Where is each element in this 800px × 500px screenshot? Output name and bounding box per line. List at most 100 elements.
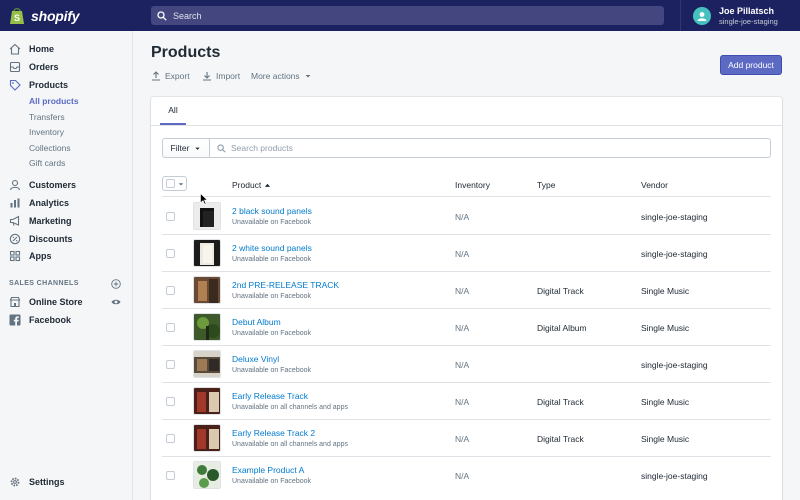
sidebar-item-label: Discounts [29, 233, 73, 244]
product-thumbnail[interactable] [193, 350, 221, 378]
product-name-link[interactable]: Early Release Track 2 [232, 428, 315, 438]
table-row[interactable]: Deluxe Vinyl Unavailable on Facebook N/A… [162, 346, 771, 383]
column-product-header[interactable]: Product [232, 180, 271, 190]
sidebar-subitem-gift-cards[interactable]: Gift cards [29, 158, 65, 168]
sidebar-item-label: Online Store [29, 296, 83, 307]
table-header: Product Inventory Type Vendor [162, 173, 771, 197]
product-image [194, 351, 220, 377]
product-inventory: N/A [455, 397, 470, 407]
product-name-link[interactable]: Early Release Track [232, 391, 308, 401]
shopify-bag-icon: S [10, 7, 24, 24]
product-inventory: N/A [455, 434, 470, 444]
shopify-logo[interactable]: S shopify [0, 0, 133, 31]
row-checkbox[interactable] [166, 471, 175, 480]
column-type-header: Type [537, 180, 556, 190]
product-availability: Unavailable on all channels and apps [232, 441, 348, 448]
store-name: single-joe-staging [719, 16, 778, 26]
row-checkbox[interactable] [166, 286, 175, 295]
sidebar-item-settings[interactable]: Settings [0, 473, 133, 490]
product-name-link[interactable]: Deluxe Vinyl [232, 354, 279, 364]
sidebar: Home Orders Products All products Transf… [0, 31, 133, 500]
global-search-bar[interactable]: Search [151, 6, 664, 25]
product-availability: Unavailable on Facebook [232, 330, 311, 337]
add-channel-plus-icon[interactable] [111, 279, 121, 289]
row-checkbox[interactable] [166, 249, 175, 258]
table-row[interactable]: Early Release Track Unavailable on all c… [162, 383, 771, 420]
sidebar-item-marketing[interactable]: Marketing [0, 212, 133, 229]
product-name-link[interactable]: 2 black sound panels [232, 206, 312, 216]
checkbox[interactable] [166, 179, 175, 188]
product-name-link[interactable]: Example Product A [232, 465, 304, 475]
product-thumbnail[interactable] [193, 313, 221, 341]
discount-icon [9, 233, 21, 244]
product-inventory: N/A [455, 360, 470, 370]
eye-icon[interactable] [111, 297, 121, 307]
product-name-link[interactable]: Debut Album [232, 317, 281, 327]
table-row[interactable]: Early Release Track 2 Unavailable on all… [162, 420, 771, 457]
product-vendor: Single Music [641, 323, 690, 333]
home-icon [9, 43, 21, 55]
sidebar-item-orders[interactable]: Orders [0, 58, 133, 75]
search-icon [217, 143, 226, 153]
sidebar-subitem-all-products[interactable]: All products [29, 96, 79, 106]
product-vendor: Single Music [641, 286, 690, 296]
import-button[interactable]: Import [202, 71, 240, 81]
caret-down-icon [305, 75, 311, 78]
sidebar-channel-facebook[interactable]: Facebook [0, 311, 133, 328]
sidebar-subitem-collections[interactable]: Collections [29, 143, 71, 153]
table-row[interactable]: 2 white sound panels Unavailable on Face… [162, 235, 771, 272]
sidebar-item-products[interactable]: Products [0, 76, 133, 93]
sidebar-item-label: Facebook [29, 314, 72, 325]
product-thumbnail[interactable] [193, 276, 221, 304]
sidebar-item-discounts[interactable]: Discounts [0, 230, 133, 247]
sidebar-subitem-inventory[interactable]: Inventory [29, 127, 64, 137]
import-label: Import [216, 71, 241, 81]
sidebar-item-home[interactable]: Home [0, 40, 133, 57]
column-vendor-header: Vendor [641, 180, 668, 190]
tab-divider [151, 125, 782, 126]
top-bar: S shopify Search Joe Pillatsch single-jo… [0, 0, 800, 31]
product-search-field[interactable] [210, 138, 771, 158]
sidebar-item-label: Settings [29, 476, 65, 487]
product-image [194, 425, 220, 451]
product-thumbnail[interactable] [193, 239, 221, 267]
row-checkbox[interactable] [166, 212, 175, 221]
export-button[interactable]: Export [151, 71, 190, 81]
row-checkbox[interactable] [166, 360, 175, 369]
row-checkbox[interactable] [166, 323, 175, 332]
more-actions-button[interactable]: More actions [251, 71, 312, 81]
product-name-link[interactable]: 2nd PRE-RELEASE TRACK [232, 280, 339, 290]
table-row[interactable]: Debut Album Unavailable on Facebook N/A … [162, 309, 771, 346]
product-thumbnail[interactable] [193, 202, 221, 230]
row-checkbox[interactable] [166, 434, 175, 443]
row-checkbox[interactable] [166, 397, 175, 406]
search-input[interactable] [231, 143, 731, 153]
product-name-link[interactable]: 2 white sound panels [232, 243, 312, 253]
column-inventory-header: Inventory [455, 180, 490, 190]
filter-button[interactable]: Filter [162, 138, 210, 158]
add-product-button[interactable]: Add product [720, 55, 782, 75]
table-row[interactable]: 2nd PRE-RELEASE TRACK Unavailable on Fac… [162, 272, 771, 309]
sidebar-item-analytics[interactable]: Analytics [0, 194, 133, 211]
product-thumbnail[interactable] [193, 387, 221, 415]
tab-all[interactable]: All [160, 97, 186, 125]
product-thumbnail[interactable] [193, 461, 221, 489]
product-vendor: Single Music [641, 397, 690, 407]
sidebar-item-apps[interactable]: Apps [0, 247, 133, 264]
bar-chart-icon [10, 198, 20, 207]
table-row[interactable]: Example Product A Unavailable on Faceboo… [162, 457, 771, 494]
orders-icon [9, 61, 21, 72]
select-all-checkbox[interactable] [162, 176, 187, 191]
table-row[interactable]: 2 black sound panels Unavailable on Face… [162, 198, 771, 235]
sidebar-subitem-transfers[interactable]: Transfers [29, 112, 65, 122]
product-availability: Unavailable on Facebook [232, 293, 311, 300]
megaphone-icon [9, 215, 20, 226]
user-name: Joe Pillatsch [719, 5, 775, 16]
sidebar-item-label: Marketing [29, 215, 72, 226]
sidebar-item-customers[interactable]: Customers [0, 176, 133, 193]
store-icon [9, 296, 21, 307]
product-vendor: single-joe-staging [641, 360, 708, 370]
product-availability: Unavailable on all channels and apps [232, 404, 348, 411]
user-menu[interactable]: Joe Pillatsch single-joe-staging [680, 0, 800, 31]
product-thumbnail[interactable] [193, 424, 221, 452]
